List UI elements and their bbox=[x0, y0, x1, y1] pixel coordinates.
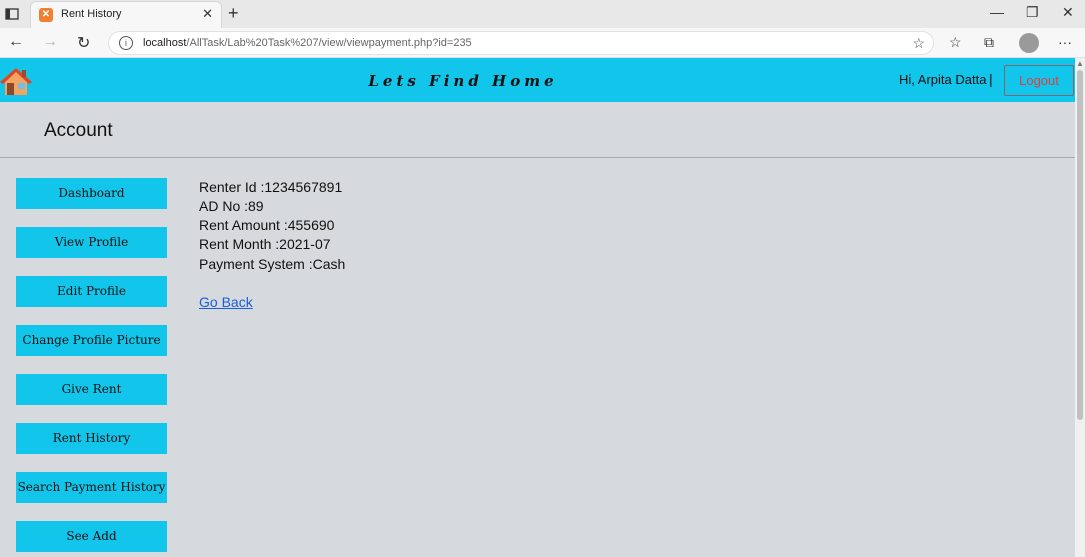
browser-address-bar: ← → ↻ i localhost/AllTask/Lab%20Task%207… bbox=[0, 28, 1085, 58]
minimize-icon[interactable]: — bbox=[990, 4, 1004, 20]
profile-avatar[interactable] bbox=[1019, 33, 1039, 53]
window-close-icon[interactable]: ✕ bbox=[1062, 4, 1074, 21]
sidebar-item-edit-profile[interactable]: Edit Profile bbox=[16, 276, 167, 307]
site-header: Lets Find Home Hi, Arpita Datta | Logout bbox=[0, 58, 1075, 102]
favorites-icon[interactable]: ☆ bbox=[949, 34, 962, 51]
forward-icon: → bbox=[42, 33, 58, 50]
payment-system: Payment System :Cash bbox=[199, 256, 346, 272]
browser-tab[interactable]: ✕ Rent History ✕ bbox=[30, 1, 222, 28]
user-greeting: Hi, Arpita Datta bbox=[899, 72, 987, 87]
page-scrollbar[interactable]: ▲ bbox=[1075, 58, 1085, 557]
browser-tab-bar: ✕ Rent History ✕ + — ❐ ✕ bbox=[0, 0, 1085, 28]
logout-button[interactable]: Logout bbox=[1004, 65, 1074, 96]
url-path: /AllTask/Lab%20Task%207/view/viewpayment… bbox=[186, 37, 472, 49]
rent-amount: Rent Amount :455690 bbox=[199, 217, 335, 233]
home-icon[interactable] bbox=[0, 66, 32, 96]
sidebar-item-dashboard[interactable]: Dashboard bbox=[16, 178, 167, 209]
back-icon[interactable]: ← bbox=[8, 33, 24, 51]
go-back-link[interactable]: Go Back bbox=[199, 294, 253, 310]
sidebar-item-change-profile-picture[interactable]: Change Profile Picture bbox=[16, 325, 167, 356]
sidebar-item-give-rent[interactable]: Give Rent bbox=[16, 374, 167, 405]
page-title: Account bbox=[44, 120, 113, 141]
renter-id: Renter Id :1234567891 bbox=[199, 179, 343, 195]
collections-icon[interactable]: ⧉ bbox=[984, 34, 994, 51]
ad-no: AD No :89 bbox=[199, 198, 264, 214]
header-separator: | bbox=[989, 71, 993, 87]
url-host: localhost bbox=[143, 37, 187, 49]
add-favorite-icon[interactable]: ☆ bbox=[912, 35, 925, 52]
sidebar-item-rent-history[interactable]: Rent History bbox=[16, 423, 167, 454]
new-tab-icon[interactable]: + bbox=[228, 3, 239, 24]
scroll-up-icon[interactable]: ▲ bbox=[1076, 59, 1084, 68]
sidebar-item-search-payment-history[interactable]: Search Payment History bbox=[16, 472, 167, 503]
restore-icon[interactable]: ❐ bbox=[1026, 4, 1039, 21]
tab-actions-icon[interactable] bbox=[4, 6, 20, 22]
sidebar-item-see-add[interactable]: See Add bbox=[16, 521, 167, 552]
site-brand[interactable]: Lets Find Home bbox=[368, 72, 558, 90]
url-input[interactable]: i localhost/AllTask/Lab%20Task%207/view/… bbox=[108, 31, 934, 55]
url-text: localhost/AllTask/Lab%20Task%207/view/vi… bbox=[143, 37, 472, 49]
xampp-favicon-icon: ✕ bbox=[39, 8, 53, 22]
scroll-thumb[interactable] bbox=[1077, 70, 1083, 420]
web-page: Lets Find Home Hi, Arpita Datta | Logout… bbox=[0, 58, 1075, 557]
sidebar-item-view-profile[interactable]: View Profile bbox=[16, 227, 167, 258]
tab-title: Rent History bbox=[61, 8, 122, 20]
info-icon[interactable]: i bbox=[119, 36, 133, 50]
refresh-icon[interactable]: ↻ bbox=[77, 33, 90, 53]
rent-month: Rent Month :2021-07 bbox=[199, 236, 331, 252]
tab-close-icon[interactable]: ✕ bbox=[202, 6, 213, 22]
divider bbox=[0, 157, 1075, 158]
more-options-icon[interactable]: ··· bbox=[1058, 34, 1072, 50]
